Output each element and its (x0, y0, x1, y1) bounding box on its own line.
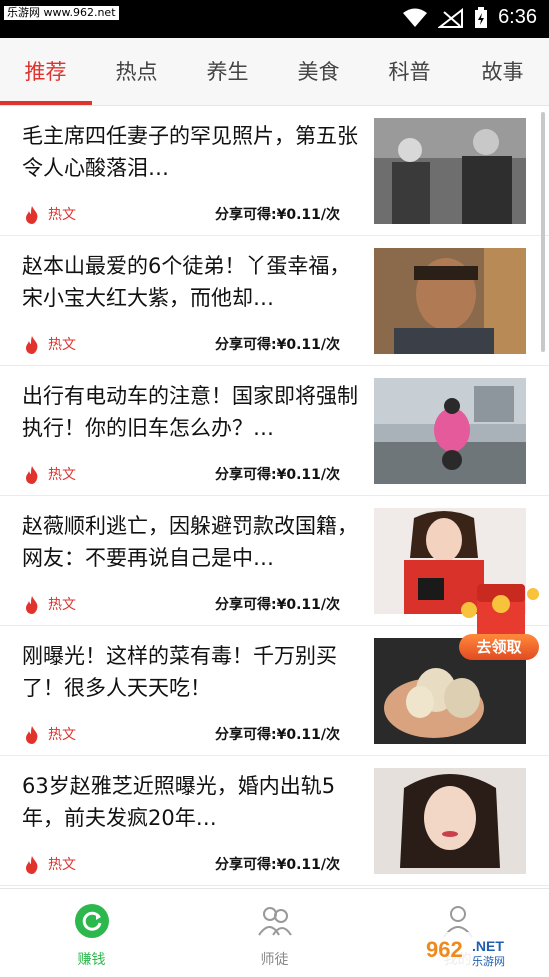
fire-icon (26, 336, 38, 354)
list-item[interactable]: 63岁赵雅芝近照曝光，婚内出轨5年，前夫发疯20年… 热文 分享可得:¥0.11… (0, 756, 549, 886)
share-reward: 分享可得:¥0.11/次 (215, 727, 340, 743)
hot-tag: 热文 (48, 727, 76, 743)
tab-story[interactable]: 故事 (457, 38, 548, 106)
battery-charging-icon (475, 6, 488, 28)
article-thumbnail[interactable] (374, 768, 526, 874)
fire-icon (26, 466, 38, 484)
article-thumbnail[interactable] (374, 378, 526, 484)
red-envelope-badge[interactable]: 去领取 (455, 580, 545, 665)
article-title[interactable]: 赵薇顺利逃亡，因躲避罚款改国籍，网友：不要再说自己是中… (22, 510, 367, 574)
article-title[interactable]: 毛主席四任妻子的罕见照片，第五张令人心酸落泪… (22, 120, 367, 184)
nav-earn-label: 赚钱 (77, 952, 106, 968)
svg-text:乐游网: 乐游网 (472, 955, 505, 968)
article-title[interactable]: 刚曝光！这样的菜有毒！千万别买了！很多人天天吃！ (22, 640, 367, 704)
no-signal-icon (438, 7, 464, 28)
share-reward: 分享可得:¥0.11/次 (215, 467, 340, 483)
tab-health[interactable]: 养生 (182, 38, 273, 106)
nav-mentor-label: 师徒 (260, 952, 289, 968)
hot-tag: 热文 (48, 207, 76, 223)
tab-recommend[interactable]: 推荐 (0, 38, 91, 106)
status-bar: 乐游网 www.962.net 6:36 (0, 0, 549, 38)
article-feed[interactable]: 毛主席四任妻子的罕见照片，第五张令人心酸落泪… 热文 分享可得:¥0.11/次 … (0, 106, 549, 888)
refresh-coin-icon (75, 904, 109, 938)
share-reward: 分享可得:¥0.11/次 (215, 207, 340, 223)
nav-mentor[interactable]: 师徒 (183, 889, 366, 977)
article-thumbnail[interactable] (374, 118, 526, 224)
svg-text:.NET: .NET (472, 938, 504, 954)
active-tab-indicator (0, 101, 92, 105)
article-title[interactable]: 赵本山最爱的6个徒弟！丫蛋幸福，宋小宝大红大紫，而他却… (22, 250, 367, 314)
hot-tag: 热文 (48, 597, 76, 613)
svg-text:962: 962 (426, 937, 463, 962)
fire-icon (26, 206, 38, 224)
site-watermark: 乐游网 www.962.net (4, 6, 119, 20)
fire-icon (26, 856, 38, 874)
status-time: 6:36 (498, 6, 537, 28)
article-title[interactable]: 出行有电动车的注意！国家即将强制执行！你的旧车怎么办？… (22, 380, 367, 444)
users-icon (258, 907, 292, 936)
status-icons: 6:36 (402, 6, 537, 29)
fire-icon (26, 596, 38, 614)
tab-science[interactable]: 科普 (364, 38, 455, 106)
wifi-icon (403, 8, 428, 27)
nav-earn[interactable]: 赚钱 (0, 889, 183, 977)
list-item[interactable]: 毛主席四任妻子的罕见照片，第五张令人心酸落泪… 热文 分享可得:¥0.11/次 (0, 106, 549, 236)
list-item[interactable]: 赵本山最爱的6个徒弟！丫蛋幸福，宋小宝大红大紫，而他却… 热文 分享可得:¥0.… (0, 236, 549, 366)
hot-tag: 热文 (48, 857, 76, 873)
share-reward: 分享可得:¥0.11/次 (215, 337, 340, 353)
claim-button[interactable]: 去领取 (459, 634, 539, 660)
fire-icon (26, 726, 38, 744)
tab-hot[interactable]: 热点 (91, 38, 182, 106)
red-envelope-icon (461, 584, 539, 640)
hot-tag: 热文 (48, 467, 76, 483)
list-item[interactable]: 出行有电动车的注意！国家即将强制执行！你的旧车怎么办？… 热文 分享可得:¥0.… (0, 366, 549, 496)
article-thumbnail[interactable] (374, 248, 526, 354)
article-title[interactable]: 63岁赵雅芝近照曝光，婚内出轨5年，前夫发疯20年… (22, 770, 367, 834)
share-reward: 分享可得:¥0.11/次 (215, 597, 340, 613)
tab-food[interactable]: 美食 (273, 38, 364, 106)
feed-scrollbar[interactable] (541, 112, 545, 352)
share-reward: 分享可得:¥0.11/次 (215, 857, 340, 873)
site-logo-watermark: 962 .NET 乐游网 (420, 932, 545, 968)
category-tabs: 推荐 热点 养生 美食 科普 故事 (0, 38, 549, 106)
hot-tag: 热文 (48, 337, 76, 353)
